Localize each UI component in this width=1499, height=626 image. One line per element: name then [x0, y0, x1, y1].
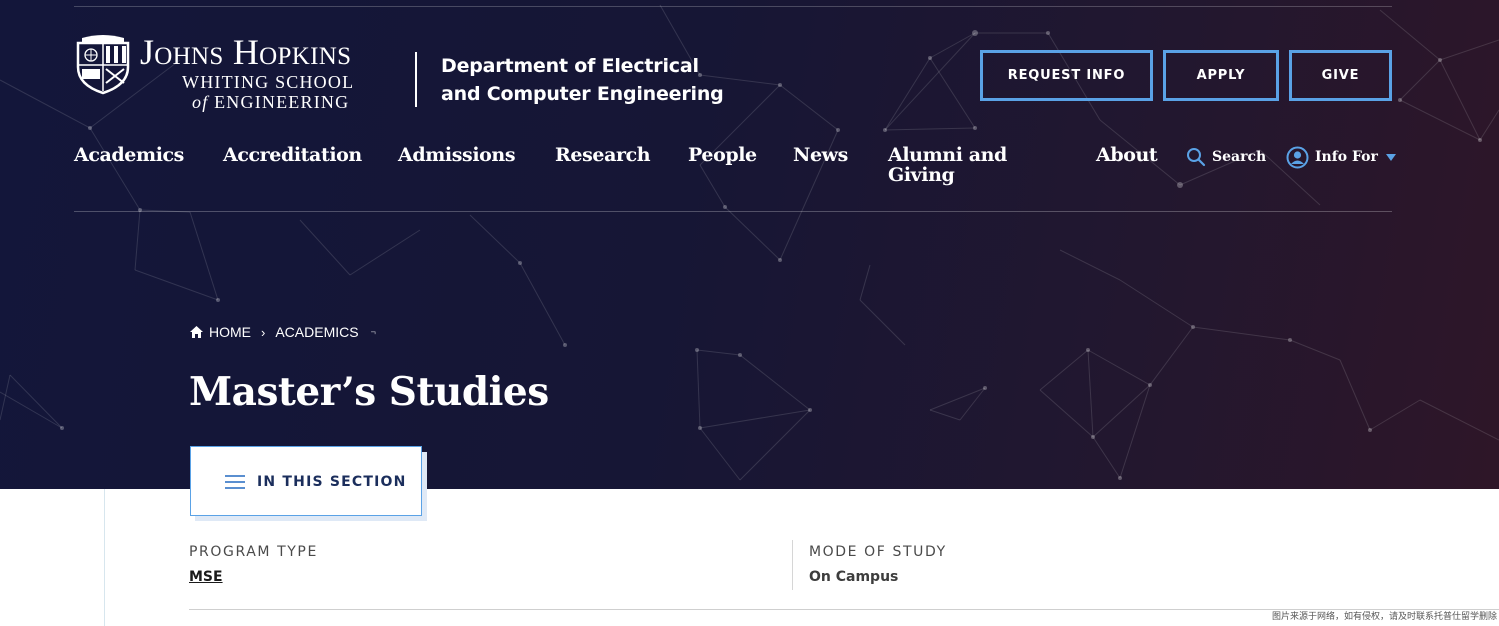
breadcrumb-home[interactable]: HOME	[209, 324, 251, 340]
program-type-value[interactable]: MSE	[189, 569, 223, 585]
department-name[interactable]: Department of Electrical and Computer En…	[441, 52, 741, 108]
jhu-logo[interactable]: Johns Hopkins WHITING SCHOOL of ENGINEER…	[74, 31, 394, 115]
nav-item-about[interactable]: About	[1096, 145, 1158, 165]
nav-item-people[interactable]: People	[688, 145, 757, 165]
logo-of: of	[192, 92, 209, 112]
left-accent-rule	[104, 489, 105, 626]
breadcrumb-academics[interactable]: ACADEMICS	[275, 324, 358, 340]
hamburger-menu-icon	[225, 475, 245, 489]
logo-engineering-word: ENGINEERING	[214, 92, 350, 112]
search-icon	[1187, 148, 1206, 167]
logo-divider	[415, 52, 417, 107]
breadcrumb: HOME › ACADEMICS ¬	[189, 323, 376, 341]
home-icon[interactable]	[189, 325, 204, 339]
logo-university-name: Johns Hopkins	[140, 32, 352, 72]
field-divider	[792, 540, 793, 590]
mode-of-study-value: On Campus	[809, 569, 899, 585]
logo-engineering: of ENGINEERING	[140, 92, 396, 112]
nav-item-accreditation[interactable]: Accreditation	[223, 145, 362, 165]
apply-button[interactable]: APPLY	[1163, 50, 1279, 101]
image-source-watermark: 图片来源于网络，如有侵权，请及时联系托普仕留学删除	[1271, 612, 1497, 622]
search-label: Search	[1212, 149, 1267, 165]
caret-down-icon	[1385, 153, 1396, 161]
logo-wordmark: Johns Hopkins WHITING SCHOOL of ENGINEER…	[140, 31, 396, 112]
request-info-button[interactable]: REQUEST INFO	[980, 50, 1153, 101]
nav-item-news[interactable]: News	[793, 145, 848, 165]
breadcrumb-separator-icon: ›	[261, 324, 266, 340]
page-title: Master’s Studies	[189, 369, 549, 415]
in-this-section-label: IN THIS SECTION	[257, 474, 407, 490]
nav-divider	[74, 211, 1392, 212]
program-type-label: PROGRAM TYPE	[189, 544, 318, 560]
mode-of-study-label: MODE OF STUDY	[809, 544, 947, 560]
jhu-shield-icon	[76, 35, 130, 95]
logo-school-name: WHITING SCHOOL	[182, 72, 355, 92]
nav-item-alumni-and-giving[interactable]: Alumni and Giving	[888, 145, 1018, 185]
breadcrumb-tail-icon: ¬	[370, 327, 376, 337]
top-divider	[74, 6, 1392, 7]
in-this-section-button[interactable]: IN THIS SECTION	[190, 446, 422, 516]
user-circle-icon	[1286, 146, 1309, 168]
search-button[interactable]: Search	[1186, 145, 1266, 169]
hero-banner: Johns Hopkins WHITING SCHOOL of ENGINEER…	[0, 0, 1499, 489]
info-for-label: Info For	[1315, 149, 1378, 165]
nav-item-academics[interactable]: Academics	[74, 145, 184, 165]
give-button[interactable]: GIVE	[1289, 50, 1392, 101]
info-for-dropdown[interactable]: Info For	[1286, 145, 1396, 169]
nav-item-admissions[interactable]: Admissions	[398, 145, 516, 165]
nav-item-research[interactable]: Research	[555, 145, 651, 165]
